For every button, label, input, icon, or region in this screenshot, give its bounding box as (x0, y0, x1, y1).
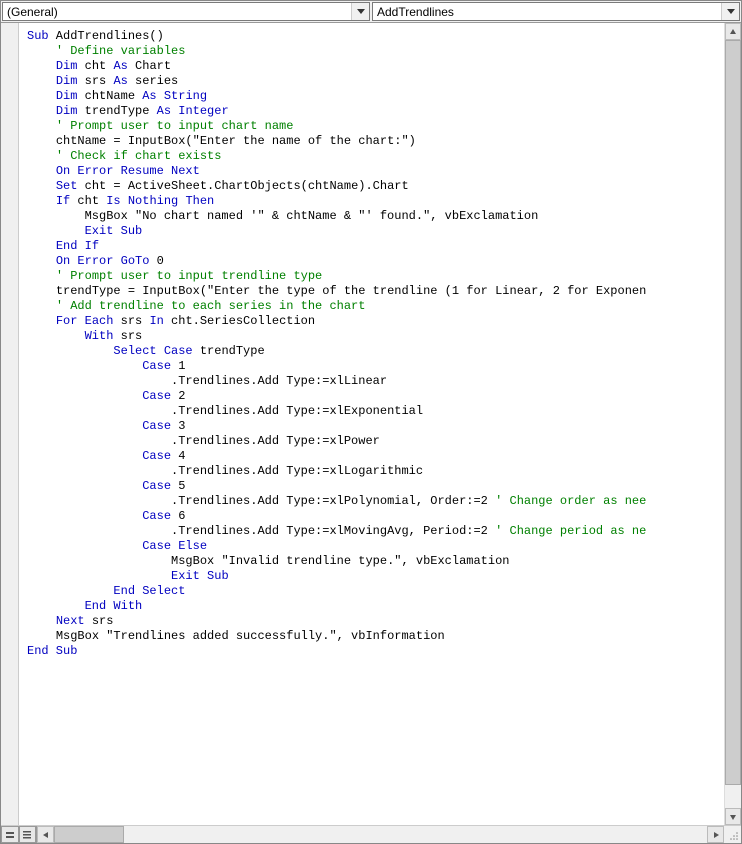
view-mode-icons (1, 826, 37, 843)
chevron-down-icon[interactable] (721, 3, 739, 20)
code-line[interactable]: Case 5 (27, 479, 724, 494)
code-line[interactable]: Case 3 (27, 419, 724, 434)
code-line[interactable]: MsgBox "Trendlines added successfully.",… (27, 629, 724, 644)
procedure-view-icon[interactable] (1, 826, 19, 843)
resize-grip-icon[interactable] (724, 826, 741, 843)
code-line[interactable]: Case 1 (27, 359, 724, 374)
code-line[interactable]: MsgBox "Invalid trendline type.", vbExcl… (27, 554, 724, 569)
scroll-up-button[interactable] (725, 23, 741, 40)
horizontal-scroll-track[interactable] (54, 826, 707, 843)
code-line[interactable]: Select Case trendType (27, 344, 724, 359)
vertical-scrollbar[interactable] (724, 23, 741, 825)
object-dropdown-label: (General) (7, 5, 58, 19)
code-line[interactable]: End With (27, 599, 724, 614)
horizontal-scroll-thumb[interactable] (54, 826, 124, 843)
horizontal-scrollbar[interactable] (37, 826, 724, 843)
scroll-down-button[interactable] (725, 808, 741, 825)
vertical-scroll-track[interactable] (725, 40, 741, 808)
code-line[interactable]: For Each srs In cht.SeriesCollection (27, 314, 724, 329)
procedure-dropdown[interactable]: AddTrendlines (372, 2, 740, 21)
code-line[interactable]: .Trendlines.Add Type:=xlExponential (27, 404, 724, 419)
code-line[interactable]: Set cht = ActiveSheet.ChartObjects(chtNa… (27, 179, 724, 194)
code-line[interactable]: ' Prompt user to input trendline type (27, 269, 724, 284)
vertical-scroll-thumb[interactable] (725, 40, 741, 785)
code-line[interactable]: End Select (27, 584, 724, 599)
margin-indicator-bar[interactable] (1, 23, 19, 825)
code-line[interactable]: On Error Resume Next (27, 164, 724, 179)
code-line[interactable]: ' Define variables (27, 44, 724, 59)
full-module-view-icon[interactable] (19, 826, 37, 843)
dropdown-bar: (General) AddTrendlines (1, 1, 741, 23)
code-line[interactable]: .Trendlines.Add Type:=xlLinear (27, 374, 724, 389)
code-line[interactable]: ' Prompt user to input chart name (27, 119, 724, 134)
procedure-dropdown-label: AddTrendlines (377, 5, 454, 19)
code-line[interactable]: ' Check if chart exists (27, 149, 724, 164)
scroll-left-button[interactable] (37, 826, 54, 843)
code-line[interactable]: chtName = InputBox("Enter the name of th… (27, 134, 724, 149)
code-line[interactable]: Dim srs As series (27, 74, 724, 89)
code-pane[interactable]: Sub AddTrendlines() ' Define variables D… (19, 23, 724, 825)
code-line[interactable]: Dim trendType As Integer (27, 104, 724, 119)
code-line[interactable]: Exit Sub (27, 224, 724, 239)
code-line[interactable]: Case 4 (27, 449, 724, 464)
code-line[interactable]: .Trendlines.Add Type:=xlPolynomial, Orde… (27, 494, 724, 509)
code-line[interactable]: Dim chtName As String (27, 89, 724, 104)
bottom-bar (1, 825, 741, 843)
code-line[interactable]: .Trendlines.Add Type:=xlLogarithmic (27, 464, 724, 479)
chevron-down-icon[interactable] (351, 3, 369, 20)
code-line[interactable]: Case Else (27, 539, 724, 554)
code-line[interactable]: Sub AddTrendlines() (27, 29, 724, 44)
code-line[interactable]: End Sub (27, 644, 724, 659)
code-line[interactable]: Case 2 (27, 389, 724, 404)
code-line[interactable]: Dim cht As Chart (27, 59, 724, 74)
code-line[interactable]: Case 6 (27, 509, 724, 524)
code-line[interactable]: Exit Sub (27, 569, 724, 584)
code-line[interactable]: Next srs (27, 614, 724, 629)
code-line[interactable]: trendType = InputBox("Enter the type of … (27, 284, 724, 299)
code-line[interactable]: If cht Is Nothing Then (27, 194, 724, 209)
code-line[interactable]: MsgBox "No chart named '" & chtName & "'… (27, 209, 724, 224)
code-line[interactable]: End If (27, 239, 724, 254)
code-line[interactable]: On Error GoTo 0 (27, 254, 724, 269)
code-line[interactable]: ' Add trendline to each series in the ch… (27, 299, 724, 314)
code-line[interactable]: With srs (27, 329, 724, 344)
code-line[interactable]: .Trendlines.Add Type:=xlMovingAvg, Perio… (27, 524, 724, 539)
editor-area: Sub AddTrendlines() ' Define variables D… (1, 23, 741, 825)
object-dropdown[interactable]: (General) (2, 2, 370, 21)
code-line[interactable]: .Trendlines.Add Type:=xlPower (27, 434, 724, 449)
scroll-right-button[interactable] (707, 826, 724, 843)
